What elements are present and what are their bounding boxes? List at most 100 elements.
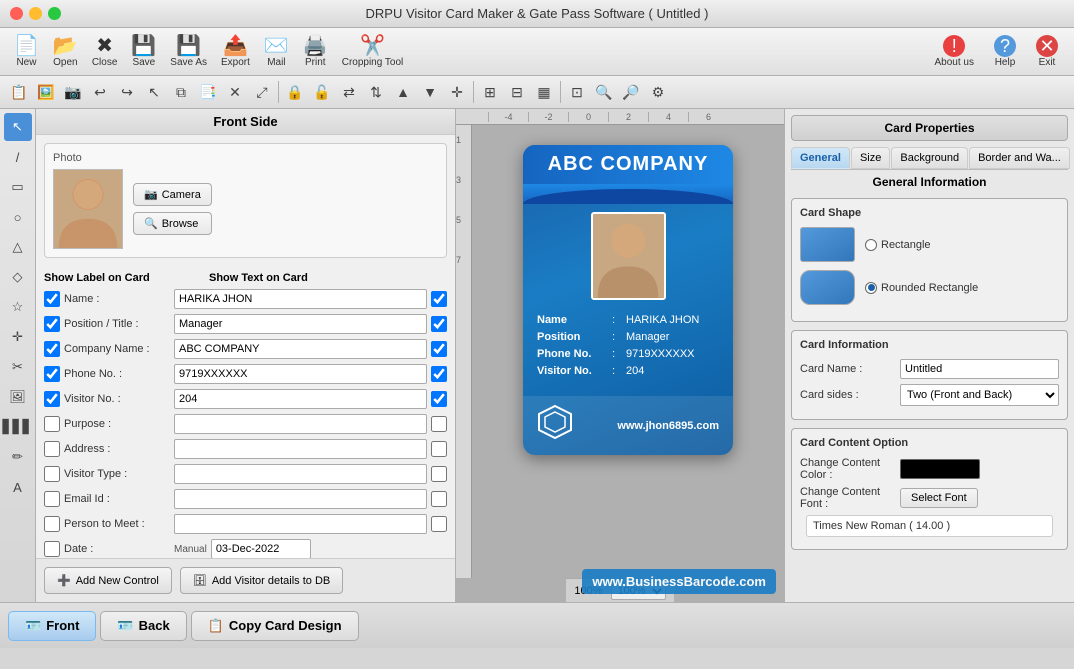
icon-bar-zoom-out[interactable]: 🔎: [618, 79, 644, 105]
tool-barcode[interactable]: ▋▋▋: [4, 413, 32, 441]
rounded-option[interactable]: Rounded Rectangle: [865, 282, 978, 294]
close-window-btn[interactable]: [10, 7, 23, 20]
field-0-right-check[interactable]: [431, 291, 447, 307]
card-name-input[interactable]: [900, 359, 1059, 379]
camera-button[interactable]: 📷 Camera: [133, 183, 212, 206]
field-7-input[interactable]: [174, 464, 427, 484]
tool-scissors[interactable]: ✂: [4, 353, 32, 381]
tool-pen[interactable]: ✏: [4, 443, 32, 471]
tab-background[interactable]: Background: [891, 147, 968, 169]
field-6-input[interactable]: [174, 439, 427, 459]
icon-bar-down[interactable]: ▼: [417, 79, 443, 105]
card-sides-select[interactable]: Two (Front and Back) One (Front Only): [900, 384, 1059, 406]
canvas-content[interactable]: ABC COMPANY: [472, 125, 784, 578]
icon-bar-camera2[interactable]: 📷: [60, 79, 86, 105]
field-9-right-check[interactable]: [431, 516, 447, 532]
mail-button[interactable]: ✉️ Mail: [258, 33, 295, 71]
icon-bar-4arrows[interactable]: ✛: [444, 79, 470, 105]
field-8-right-check[interactable]: [431, 491, 447, 507]
tool-text[interactable]: A: [4, 473, 32, 501]
tool-triangle[interactable]: △: [4, 233, 32, 261]
export-button[interactable]: 📤 Export: [215, 33, 256, 71]
field-4-check[interactable]: [44, 391, 60, 407]
save-button[interactable]: 💾 Save: [125, 33, 162, 71]
tab-border[interactable]: Border and Wa...: [969, 147, 1070, 169]
exit-button[interactable]: ✕ Exit: [1028, 32, 1066, 71]
icon-bar-properties[interactable]: ⚙: [645, 79, 671, 105]
icon-bar-clipboard[interactable]: 📋: [6, 79, 32, 105]
select-font-button[interactable]: Select Font: [900, 488, 978, 508]
open-button[interactable]: 📂 Open: [47, 33, 84, 71]
close-button[interactable]: ✖ Close: [86, 33, 124, 71]
content-color-swatch[interactable]: [900, 459, 980, 479]
icon-bar-up[interactable]: ▲: [390, 79, 416, 105]
copy-card-design-tab[interactable]: 📋 Copy Card Design: [191, 611, 359, 641]
field-0-check[interactable]: [44, 291, 60, 307]
rectangle-option[interactable]: Rectangle: [865, 239, 931, 251]
maximize-window-btn[interactable]: [48, 7, 61, 20]
rectangle-radio[interactable]: [865, 239, 877, 251]
tab-general[interactable]: General: [791, 147, 850, 169]
add-visitor-db-button[interactable]: 🗄 Add Visitor details to DB: [180, 567, 343, 594]
field-5-input[interactable]: [174, 414, 427, 434]
tool-cross[interactable]: ✛: [4, 323, 32, 351]
icon-bar-flip-h[interactable]: ⇄: [336, 79, 362, 105]
cropping-button[interactable]: ✂️ Cropping Tool: [336, 33, 410, 71]
tool-select[interactable]: ↖: [4, 113, 32, 141]
icon-bar-image[interactable]: 🖼️: [33, 79, 59, 105]
tool-image2[interactable]: 🖼: [4, 383, 32, 411]
tool-star[interactable]: ☆: [4, 293, 32, 321]
saveas-button[interactable]: 💾 Save As: [164, 33, 213, 71]
icon-bar-table[interactable]: ▦: [531, 79, 557, 105]
icon-bar-copy[interactable]: ⧉: [168, 79, 194, 105]
tool-circle[interactable]: ○: [4, 203, 32, 231]
field-5-right-check[interactable]: [431, 416, 447, 432]
icon-bar-zoom-in[interactable]: 🔍: [591, 79, 617, 105]
front-tab[interactable]: 🪪 Front: [8, 611, 96, 641]
icon-bar-redo[interactable]: ↪: [114, 79, 140, 105]
field-7-right-check[interactable]: [431, 466, 447, 482]
tool-rect[interactable]: ▭: [4, 173, 32, 201]
tool-diamond[interactable]: ◇: [4, 263, 32, 291]
icon-bar-cursor[interactable]: ↖: [141, 79, 167, 105]
field-4-input[interactable]: [174, 389, 427, 409]
print-button[interactable]: 🖨️ Print: [297, 33, 334, 71]
field-6-right-check[interactable]: [431, 441, 447, 457]
icon-bar-delete[interactable]: ✕: [222, 79, 248, 105]
icon-bar-paste[interactable]: 📑: [195, 79, 221, 105]
date-check[interactable]: [44, 541, 60, 557]
aboutus-button[interactable]: ! About us: [927, 32, 982, 71]
date-input[interactable]: [211, 539, 311, 558]
field-7-check[interactable]: [44, 466, 60, 482]
tab-size[interactable]: Size: [851, 147, 890, 169]
icon-bar-unlock[interactable]: 🔓: [309, 79, 335, 105]
icon-bar-flip-v[interactable]: ⇅: [363, 79, 389, 105]
new-button[interactable]: 📄 New: [8, 33, 45, 71]
field-3-input[interactable]: [174, 364, 427, 384]
add-new-control-button[interactable]: ➕ Add New Control: [44, 567, 172, 594]
icon-bar-move[interactable]: ⤢: [249, 79, 275, 105]
rounded-radio[interactable]: [865, 282, 877, 294]
field-3-check[interactable]: [44, 366, 60, 382]
field-8-check[interactable]: [44, 491, 60, 507]
field-3-right-check[interactable]: [431, 366, 447, 382]
icon-bar-grid[interactable]: ⊟: [504, 79, 530, 105]
minimize-window-btn[interactable]: [29, 7, 42, 20]
back-tab[interactable]: 🪪 Back: [100, 611, 186, 641]
field-2-check[interactable]: [44, 341, 60, 357]
field-2-right-check[interactable]: [431, 341, 447, 357]
field-2-input[interactable]: [174, 339, 427, 359]
field-4-right-check[interactable]: [431, 391, 447, 407]
help-button[interactable]: ? Help: [986, 32, 1024, 71]
field-8-input[interactable]: [174, 489, 427, 509]
field-5-check[interactable]: [44, 416, 60, 432]
field-9-input[interactable]: [174, 514, 427, 534]
browse-button[interactable]: 🔍 Browse: [133, 212, 212, 235]
field-0-input[interactable]: [174, 289, 427, 309]
field-1-check[interactable]: [44, 316, 60, 332]
tool-line[interactable]: /: [4, 143, 32, 171]
icon-bar-undo[interactable]: ↩: [87, 79, 113, 105]
icon-bar-resize[interactable]: ⊞: [477, 79, 503, 105]
field-1-right-check[interactable]: [431, 316, 447, 332]
field-1-input[interactable]: [174, 314, 427, 334]
